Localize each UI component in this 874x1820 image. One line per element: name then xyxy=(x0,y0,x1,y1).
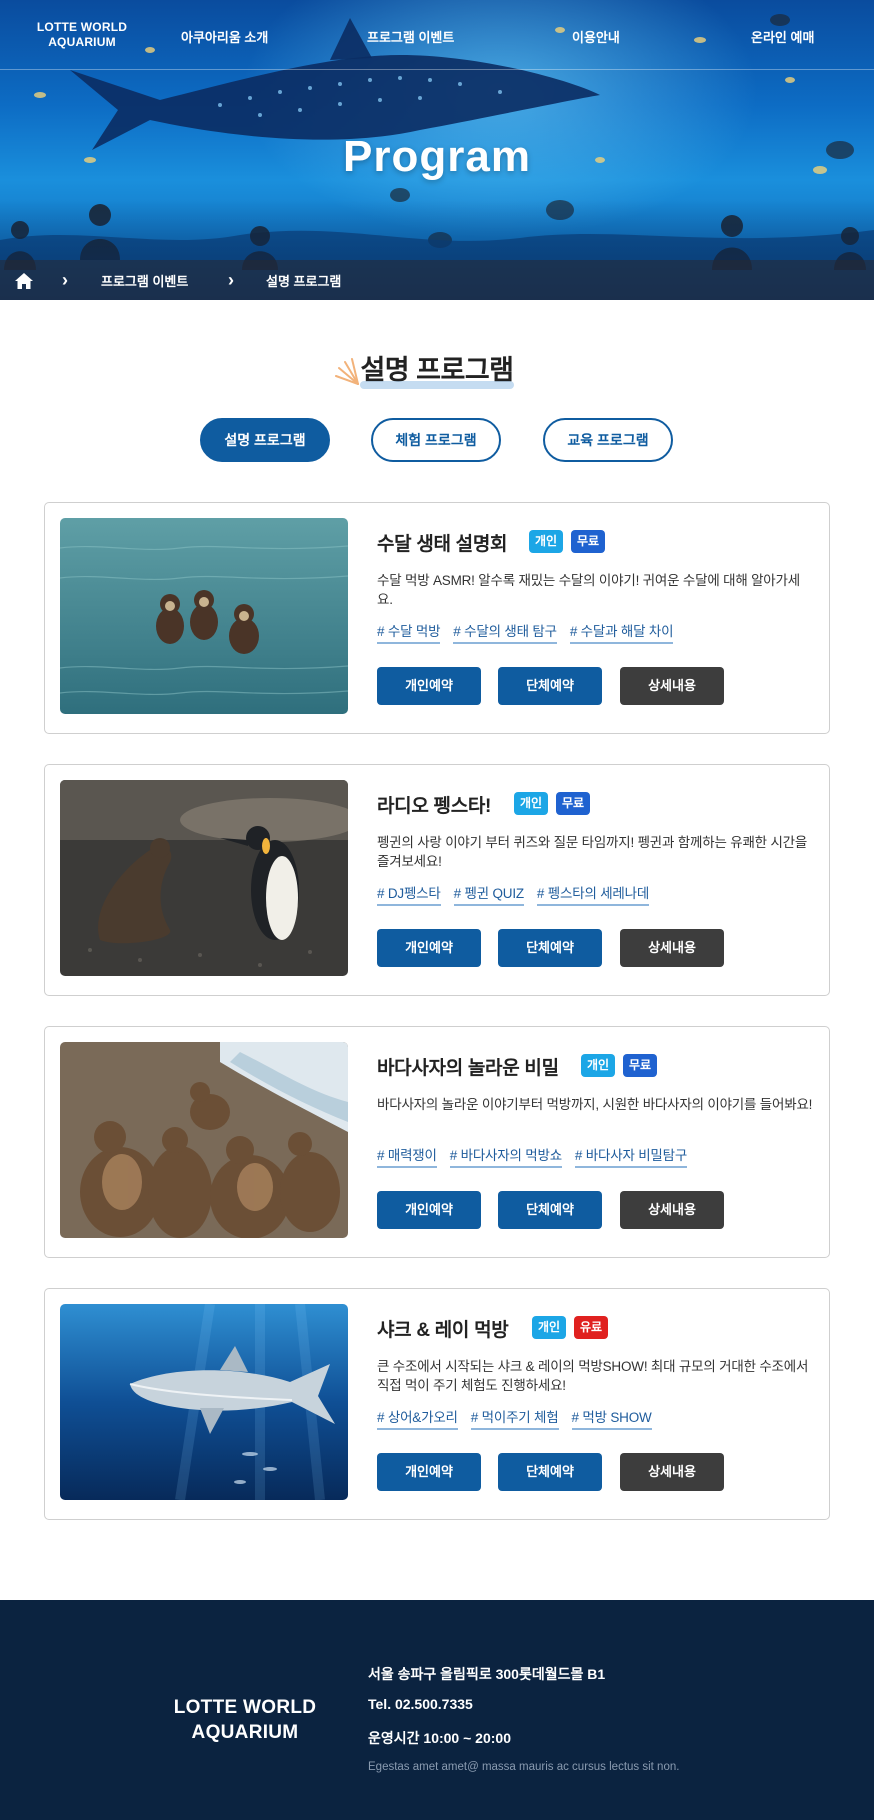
tag-list: # 매력쟁이 # 바다사자의 먹방쇼 # 바다사자 비밀탐구 xyxy=(377,1144,700,1168)
top-navigation: LOTTE WORLD AQUARIUM 아쿠아리움 소개 프로그램 이벤트 이… xyxy=(0,0,874,70)
personal-reservation-button[interactable]: 개인예약 xyxy=(377,667,481,705)
hashtag-link[interactable]: # 수달과 해달 차이 xyxy=(569,620,674,644)
program-description: 펭귄의 사랑 이야기 부터 퀴즈와 질문 타임까지! 펭귄과 함께하는 유쾌한 … xyxy=(377,835,808,869)
hashtag-link[interactable]: # DJ펭스타 xyxy=(377,882,441,906)
otter-photo xyxy=(60,518,348,714)
personal-reservation-button[interactable]: 개인예약 xyxy=(377,1453,481,1491)
breadcrumb-item[interactable]: 프로그램 이벤트 xyxy=(101,271,188,290)
penguin-photo xyxy=(60,780,348,976)
program-title: 바다사자의 놀라운 비밀 xyxy=(377,1058,559,1079)
detail-button[interactable]: 상세내용 xyxy=(620,1191,724,1229)
personal-reservation-button[interactable]: 개인예약 xyxy=(377,929,481,967)
hashtag-link[interactable]: # 상어&가오리 xyxy=(377,1406,458,1430)
tab-explanation-program[interactable]: 설명 프로그램 xyxy=(200,418,330,462)
personal-badge: 개인 xyxy=(514,792,549,815)
program-title: 수달 생태 설명회 xyxy=(377,534,508,555)
tag-list: # 상어&가오리 # 먹이주기 체험 # 먹방 SHOW xyxy=(377,1406,665,1430)
tab-experience-program[interactable]: 체험 프로그램 xyxy=(371,418,501,462)
breadcrumb-item[interactable]: 설명 프로그램 xyxy=(266,271,341,290)
site-logo[interactable]: LOTTE WORLD AQUARIUM xyxy=(36,20,128,50)
nav-aquarium-intro[interactable]: 아쿠아리움 소개 xyxy=(181,27,268,46)
price-badge: 무료 xyxy=(571,530,606,553)
personal-badge: 개인 xyxy=(532,1316,567,1339)
hashtag-link[interactable]: # 바다사자의 먹방쇼 xyxy=(449,1144,562,1168)
footer-hours: 운영시간 10:00 ~ 20:00 xyxy=(368,1730,511,1746)
hashtag-link[interactable]: # 수달 먹방 xyxy=(377,620,440,644)
hashtag-link[interactable]: # 펭스타의 세레나데 xyxy=(536,882,649,906)
personal-reservation-button[interactable]: 개인예약 xyxy=(377,1191,481,1229)
detail-button[interactable]: 상세내용 xyxy=(620,667,724,705)
chevron-right-icon: › xyxy=(62,270,68,290)
footer-note: Egestas amet amet@ massa mauris ac cursu… xyxy=(368,1761,680,1773)
group-reservation-button[interactable]: 단체예약 xyxy=(498,1191,602,1229)
footer-tel: Tel. 02.500.7335 xyxy=(368,1696,473,1712)
shell-icon xyxy=(335,358,360,385)
nav-online-booking[interactable]: 온라인 예매 xyxy=(751,27,814,46)
footer-address: 서울 송파구 올림픽로 300롯데월드몰 B1 xyxy=(368,1666,606,1682)
nav-guide[interactable]: 이용안내 xyxy=(572,27,620,46)
hashtag-link[interactable]: # 먹이주기 체험 xyxy=(470,1406,559,1430)
section-title-wrap: 설명 프로그램 xyxy=(335,348,514,389)
chevron-right-icon: › xyxy=(228,270,234,290)
program-title: 샤크 & 레이 먹방 xyxy=(377,1320,509,1341)
tag-list: # 수달 먹방 # 수달의 생태 탐구 # 수달과 해달 차이 xyxy=(377,620,686,644)
program-description: 큰 수조에서 시작되는 샤크 & 레이의 먹방SHOW! 최대 규모의 거대한 … xyxy=(377,1359,809,1393)
program-card: 수달 생태 설명회 개인 무료 수달 먹방 ASMR! 알수록 재밌는 수달의 … xyxy=(44,502,830,734)
group-reservation-button[interactable]: 단체예약 xyxy=(498,667,602,705)
tab-education-program[interactable]: 교육 프로그램 xyxy=(543,418,673,462)
program-title: 라디오 펭스타! xyxy=(377,796,492,817)
price-badge: 무료 xyxy=(623,1054,658,1077)
price-badge: 유료 xyxy=(574,1316,609,1339)
footer-logo[interactable]: LOTTE WORLD AQUARIUM xyxy=(160,1695,330,1745)
hashtag-link[interactable]: # 매력쟁이 xyxy=(377,1144,437,1168)
shark-photo xyxy=(60,1304,348,1500)
group-reservation-button[interactable]: 단체예약 xyxy=(498,1453,602,1491)
program-card: 샤크 & 레이 먹방 개인 유료 큰 수조에서 시작되는 샤크 & 레이의 먹방… xyxy=(44,1288,830,1520)
program-description: 수달 먹방 ASMR! 알수록 재밌는 수달의 이야기! 귀여운 수달에 대해 … xyxy=(377,573,800,607)
home-icon[interactable] xyxy=(14,272,34,290)
nav-program-event[interactable]: 프로그램 이벤트 xyxy=(367,27,454,46)
detail-button[interactable]: 상세내용 xyxy=(620,929,724,967)
hashtag-link[interactable]: # 수달의 생태 탐구 xyxy=(453,620,557,644)
program-card: 라디오 펭스타! 개인 무료 펭귄의 사랑 이야기 부터 퀴즈와 질문 타임까지… xyxy=(44,764,830,996)
hashtag-link[interactable]: # 먹방 SHOW xyxy=(571,1406,652,1430)
hashtag-link[interactable]: # 펭귄 QUIZ xyxy=(453,882,524,906)
program-description: 바다사자의 놀라운 이야기부터 먹방까지, 시원한 바다사자의 이야기를 들어봐… xyxy=(377,1097,813,1112)
personal-badge: 개인 xyxy=(529,530,564,553)
group-reservation-button[interactable]: 단체예약 xyxy=(498,929,602,967)
hero-title: Program xyxy=(343,132,531,181)
detail-button[interactable]: 상세내용 xyxy=(620,1453,724,1491)
hashtag-link[interactable]: # 바다사자 비밀탐구 xyxy=(574,1144,687,1168)
program-card: 바다사자의 놀라운 비밀 개인 무료 바다사자의 놀라운 이야기부터 먹방까지,… xyxy=(44,1026,830,1258)
tag-list: # DJ펭스타 # 펭귄 QUIZ # 펭스타의 세레나데 xyxy=(377,882,662,906)
price-badge: 무료 xyxy=(556,792,591,815)
sea-lion-photo xyxy=(60,1042,348,1238)
personal-badge: 개인 xyxy=(581,1054,616,1077)
